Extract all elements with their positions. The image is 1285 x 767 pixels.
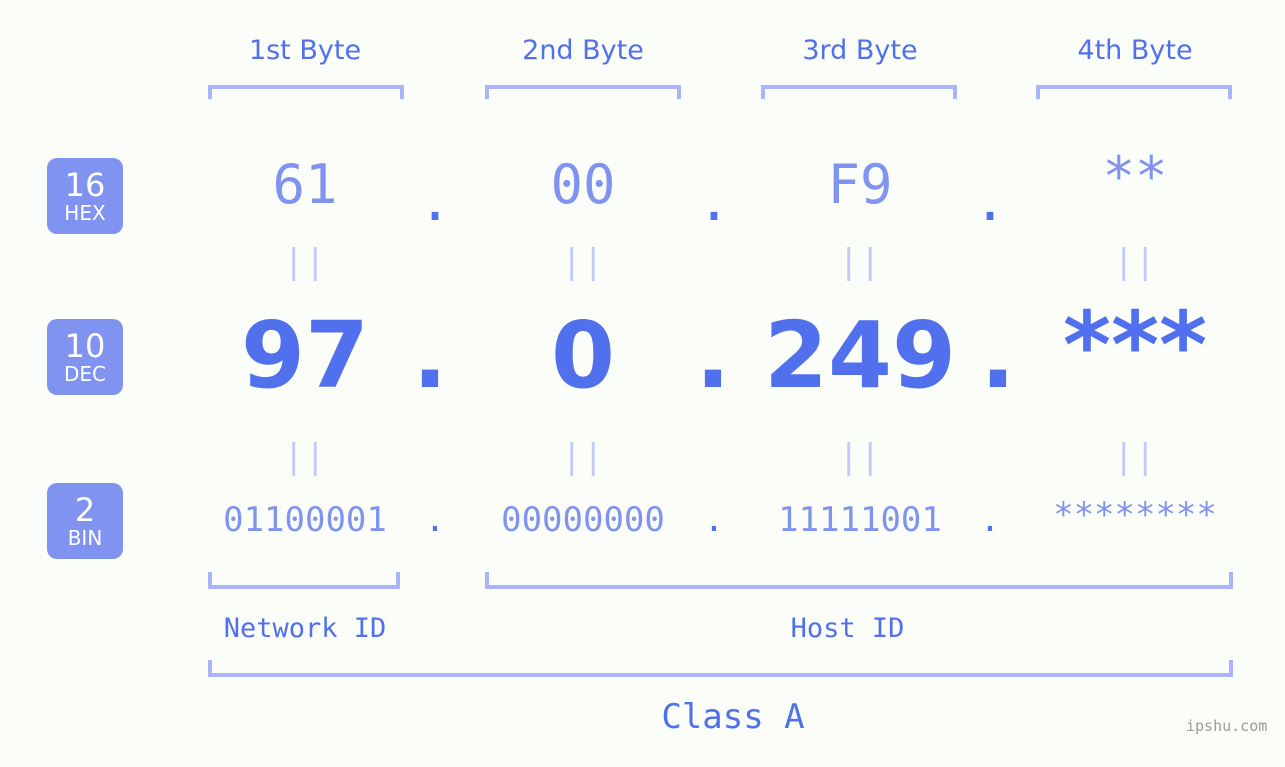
hex-dot-1: . (418, 170, 452, 233)
base-badge-hex: 16 HEX (47, 158, 123, 234)
ip-address-breakdown-diagram: 1st Byte 2nd Byte 3rd Byte 4th Byte 16 H… (0, 0, 1285, 767)
equals-connector-dec-bin-2: || (561, 437, 605, 477)
byte-header-3: 3rd Byte (802, 35, 918, 66)
dec-byte-3-value: 249 (763, 302, 957, 409)
dec-dot-1: . (412, 302, 448, 409)
class-bracket (208, 660, 1233, 677)
network-id-label: Network ID (223, 613, 387, 644)
byte-bracket-4 (1036, 85, 1232, 99)
bin-byte-1-value: 01100001 (223, 500, 387, 540)
equals-connector-dec-bin-3: || (838, 437, 882, 477)
equals-connector-hex-dec-4: || (1113, 242, 1157, 282)
network-id-bracket (208, 572, 400, 589)
hex-byte-4-value: ** (1102, 145, 1168, 208)
base-badge-bin: 2 BIN (47, 483, 123, 559)
bin-byte-3-value: 11111001 (778, 500, 942, 540)
equals-connector-hex-dec-1: || (283, 242, 327, 282)
base-badge-dec-name: DEC (63, 362, 106, 386)
dec-byte-2-value: 0 (550, 302, 615, 409)
byte-bracket-3 (761, 85, 957, 99)
byte-bracket-2 (485, 85, 681, 99)
bin-byte-4-value: ******** (1053, 495, 1217, 535)
hex-byte-1-value: 61 (272, 153, 338, 216)
byte-header-1: 1st Byte (248, 35, 362, 66)
dec-byte-4-value: *** (1062, 292, 1208, 399)
base-badge-hex-name: HEX (64, 201, 106, 225)
base-badge-dec: 10 DEC (47, 319, 123, 395)
class-label: Class A (661, 697, 805, 737)
dec-byte-1-value: 97 (240, 302, 370, 409)
site-watermark: ipshu.com (1186, 717, 1268, 735)
host-id-label: Host ID (790, 613, 905, 644)
byte-bracket-1 (208, 85, 404, 99)
base-badge-bin-number: 2 (74, 491, 96, 529)
hex-byte-3-value: F9 (827, 153, 893, 216)
byte-header-4: 4th Byte (1077, 35, 1193, 66)
bin-byte-2-value: 00000000 (501, 500, 665, 540)
bin-dot-1: . (424, 500, 446, 540)
equals-connector-dec-bin-1: || (283, 437, 327, 477)
host-id-bracket (485, 572, 1233, 589)
equals-connector-hex-dec-3: || (838, 242, 882, 282)
base-badge-dec-number: 10 (64, 327, 106, 365)
base-badge-bin-name: BIN (67, 526, 103, 550)
hex-byte-2-value: 00 (550, 153, 616, 216)
equals-connector-hex-dec-2: || (561, 242, 605, 282)
base-badge-hex-number: 16 (64, 166, 106, 204)
byte-header-2: 2nd Byte (522, 35, 644, 66)
equals-connector-dec-bin-4: || (1113, 437, 1157, 477)
